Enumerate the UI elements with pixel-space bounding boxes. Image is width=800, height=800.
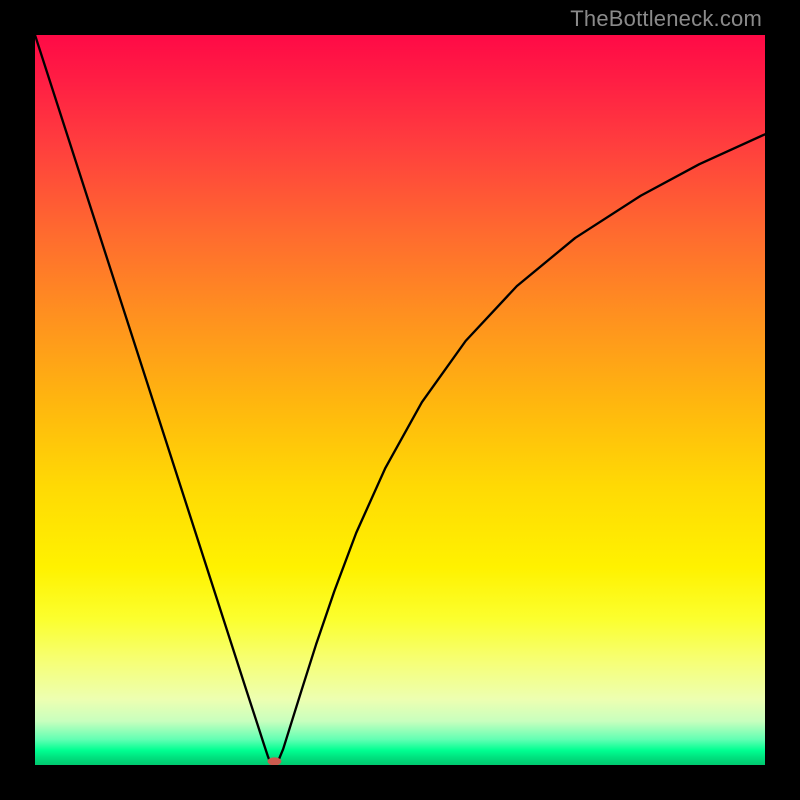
minimum-marker: [268, 757, 282, 765]
plot-area: [35, 35, 765, 765]
curve-right-branch: [278, 134, 765, 761]
chart-container: TheBottleneck.com: [0, 0, 800, 800]
curve-left-branch: [35, 35, 270, 762]
curve-svg: [35, 35, 765, 765]
watermark-text: TheBottleneck.com: [570, 6, 762, 32]
